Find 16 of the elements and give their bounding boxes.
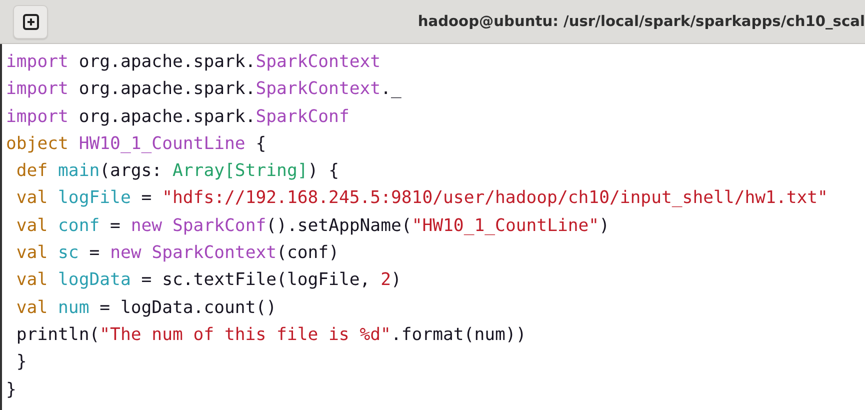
code-line: val num = logData.count() xyxy=(15,296,277,320)
code-line: object HW10_1_CountLine { xyxy=(6,132,266,156)
plus-square-icon xyxy=(22,14,38,30)
code-line: val conf = new SparkConf().setAppName("HW10_1_CountLine") xyxy=(15,214,610,238)
code-line: } xyxy=(6,378,16,402)
code-line: import org.apache.spark.SparkContext._ xyxy=(6,78,402,102)
code-line: import org.apache.spark.SparkConf xyxy=(6,106,350,129)
new-tab-button[interactable] xyxy=(13,4,48,38)
code-line: val sc = new SparkContext(conf) xyxy=(15,242,339,266)
code-line: println("The num of this file is %d".format(num)) xyxy=(15,324,526,347)
code-line: def main(args: Array[String]) { xyxy=(15,160,339,184)
code-line: import org.apache.spark.SparkContext xyxy=(6,51,381,74)
window-title: hadoop@ubuntu: /usr/local/spark/sparkapps/ch10_scal xyxy=(418,13,865,30)
code-line: val logData = sc.textFile(logFile, 2) xyxy=(15,269,402,292)
code-line: val logFile = "hdfs://192.168.245.5:9810/user/hadoop/ch10/input_shell/hw1.txt" xyxy=(15,187,828,210)
code-line: } xyxy=(15,351,27,374)
